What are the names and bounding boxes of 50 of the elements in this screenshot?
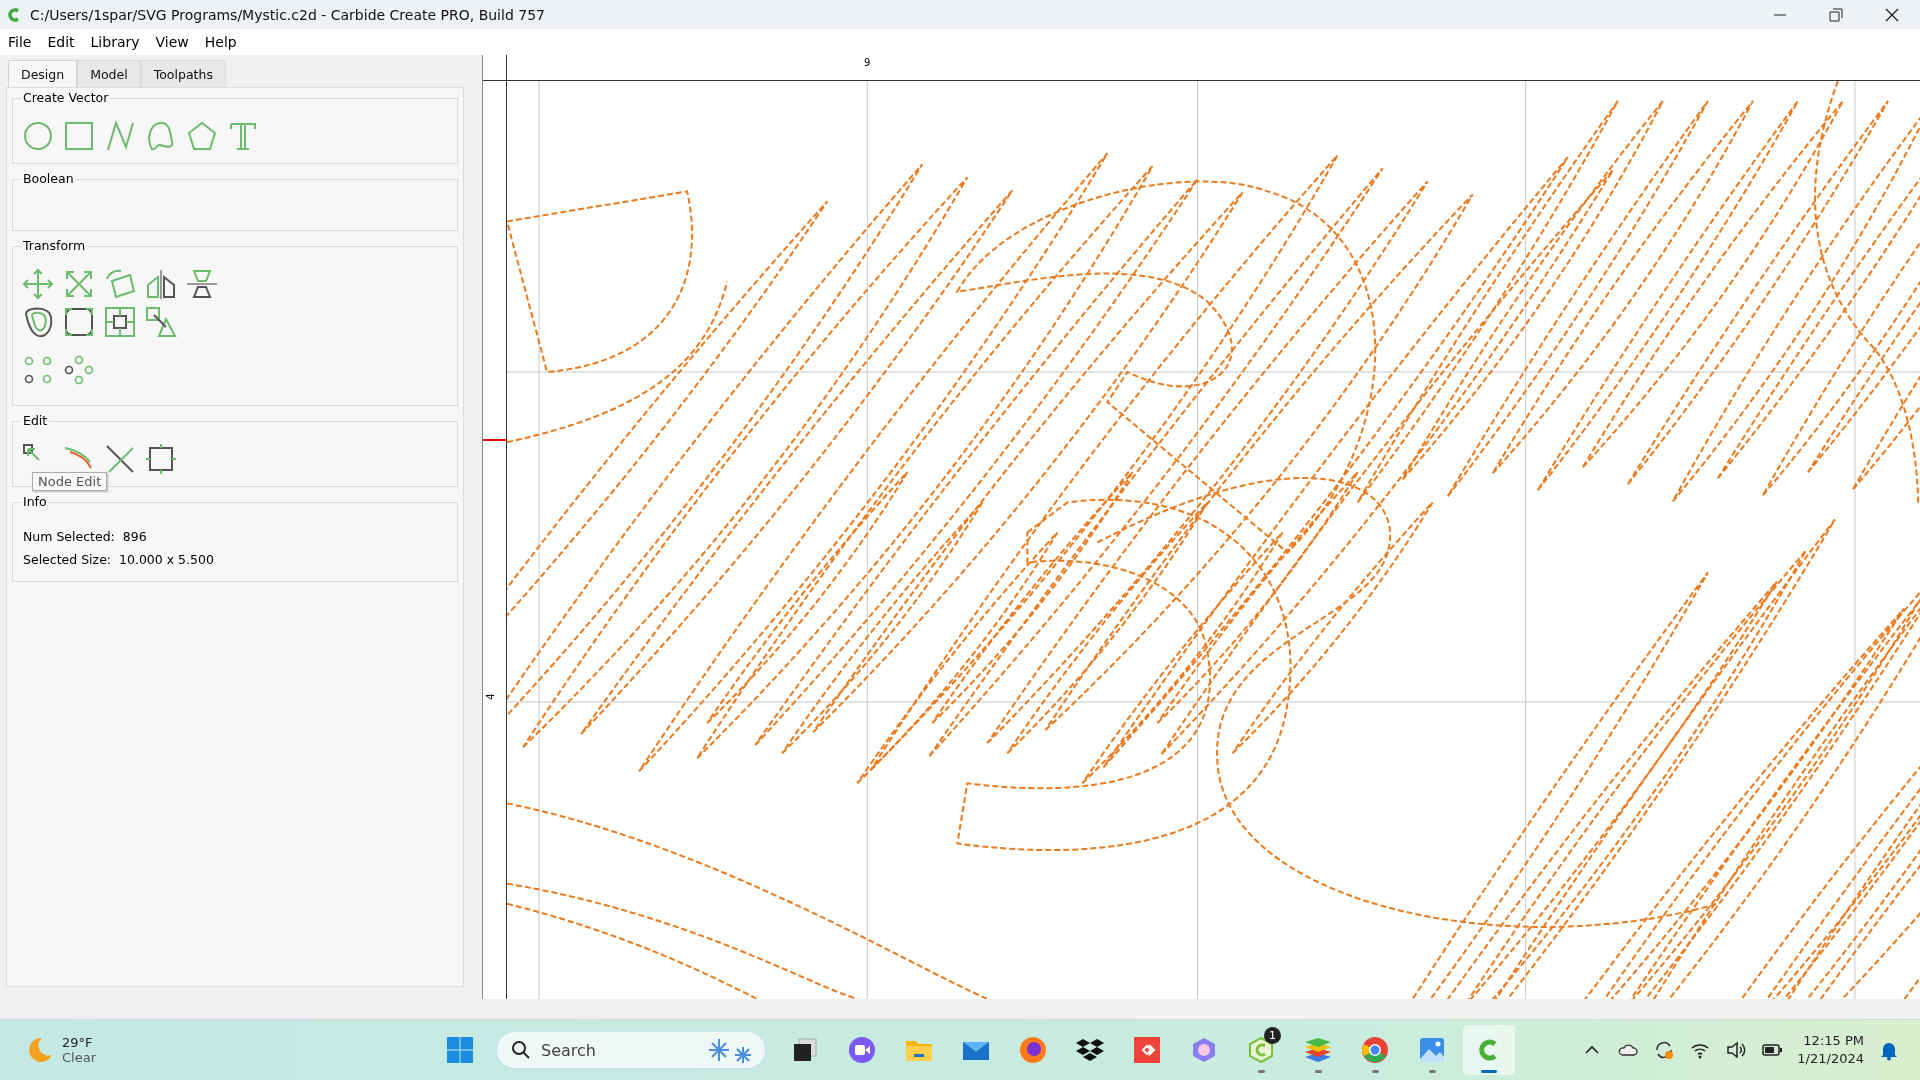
square-icon[interactable] <box>62 119 96 153</box>
round-browser-icon[interactable] <box>1360 1035 1390 1065</box>
sync-icon[interactable] <box>1653 1039 1676 1061</box>
section-title: Edit <box>21 413 50 428</box>
start-icon[interactable] <box>445 1035 475 1065</box>
clock[interactable]: 12:15 PM 1/21/2024 <box>1797 1032 1864 1068</box>
section-title: Create Vector <box>21 90 111 105</box>
ruler-label: 4 <box>484 693 496 700</box>
notification-badge: 1 <box>1264 1027 1281 1044</box>
flip-icon[interactable] <box>185 267 219 301</box>
close-icon[interactable] <box>1885 7 1899 22</box>
search-field[interactable]: Search <box>496 1031 766 1069</box>
square-handles-icon[interactable] <box>144 442 178 476</box>
app-logo-icon <box>6 6 22 23</box>
ruler-label: 9 <box>864 57 871 68</box>
restore-icon[interactable] <box>1829 7 1843 22</box>
taskbar-app-button[interactable]: 1 <box>1243 1025 1279 1075</box>
layer-stack-icon[interactable] <box>1303 1035 1333 1065</box>
section-title: Info <box>21 494 49 509</box>
info-value: 10.000 x 5.500 <box>119 552 214 567</box>
window-title: C:/Users/1spar/SVG Programs/Mystic.c2d - Carbide Create PRO, Build 757 <box>30 6 546 23</box>
tab[interactable]: Model <box>77 60 141 87</box>
menu-item[interactable]: Help <box>196 34 245 50</box>
speaker-icon[interactable] <box>1725 1039 1748 1061</box>
info-value: 896 <box>122 529 147 544</box>
weather-condition: Clear <box>62 1050 96 1065</box>
tooltip: Node Edit <box>32 472 108 491</box>
video-call-icon[interactable] <box>847 1035 877 1065</box>
section-title: Transform <box>21 238 88 253</box>
tab[interactable]: Toolpaths <box>140 60 226 87</box>
search-icon <box>511 1040 531 1060</box>
menu-item[interactable]: Library <box>82 34 148 50</box>
dot-ring-icon[interactable] <box>62 353 96 387</box>
position-marker <box>483 439 507 441</box>
rounded-square-icon[interactable] <box>62 305 96 339</box>
square-triangle-icon[interactable] <box>144 305 178 339</box>
mirror-icon[interactable] <box>144 267 178 301</box>
circle-icon[interactable] <box>21 119 55 153</box>
tab[interactable]: Design <box>8 60 78 87</box>
centered-square-icon[interactable] <box>103 305 137 339</box>
menu-item[interactable]: View <box>147 34 197 50</box>
info-label: Num Selected: <box>23 529 115 544</box>
menu-item[interactable]: Edit <box>39 34 83 50</box>
section-title: Boolean <box>21 171 76 186</box>
pentagon-icon[interactable] <box>185 119 219 153</box>
info-label: Selected Size: <box>23 552 112 567</box>
temperature: 29°F <box>62 1035 94 1050</box>
menu-item[interactable]: File <box>0 34 40 50</box>
photo-icon[interactable] <box>1417 1035 1447 1065</box>
fox-globe-icon[interactable] <box>1018 1035 1048 1065</box>
